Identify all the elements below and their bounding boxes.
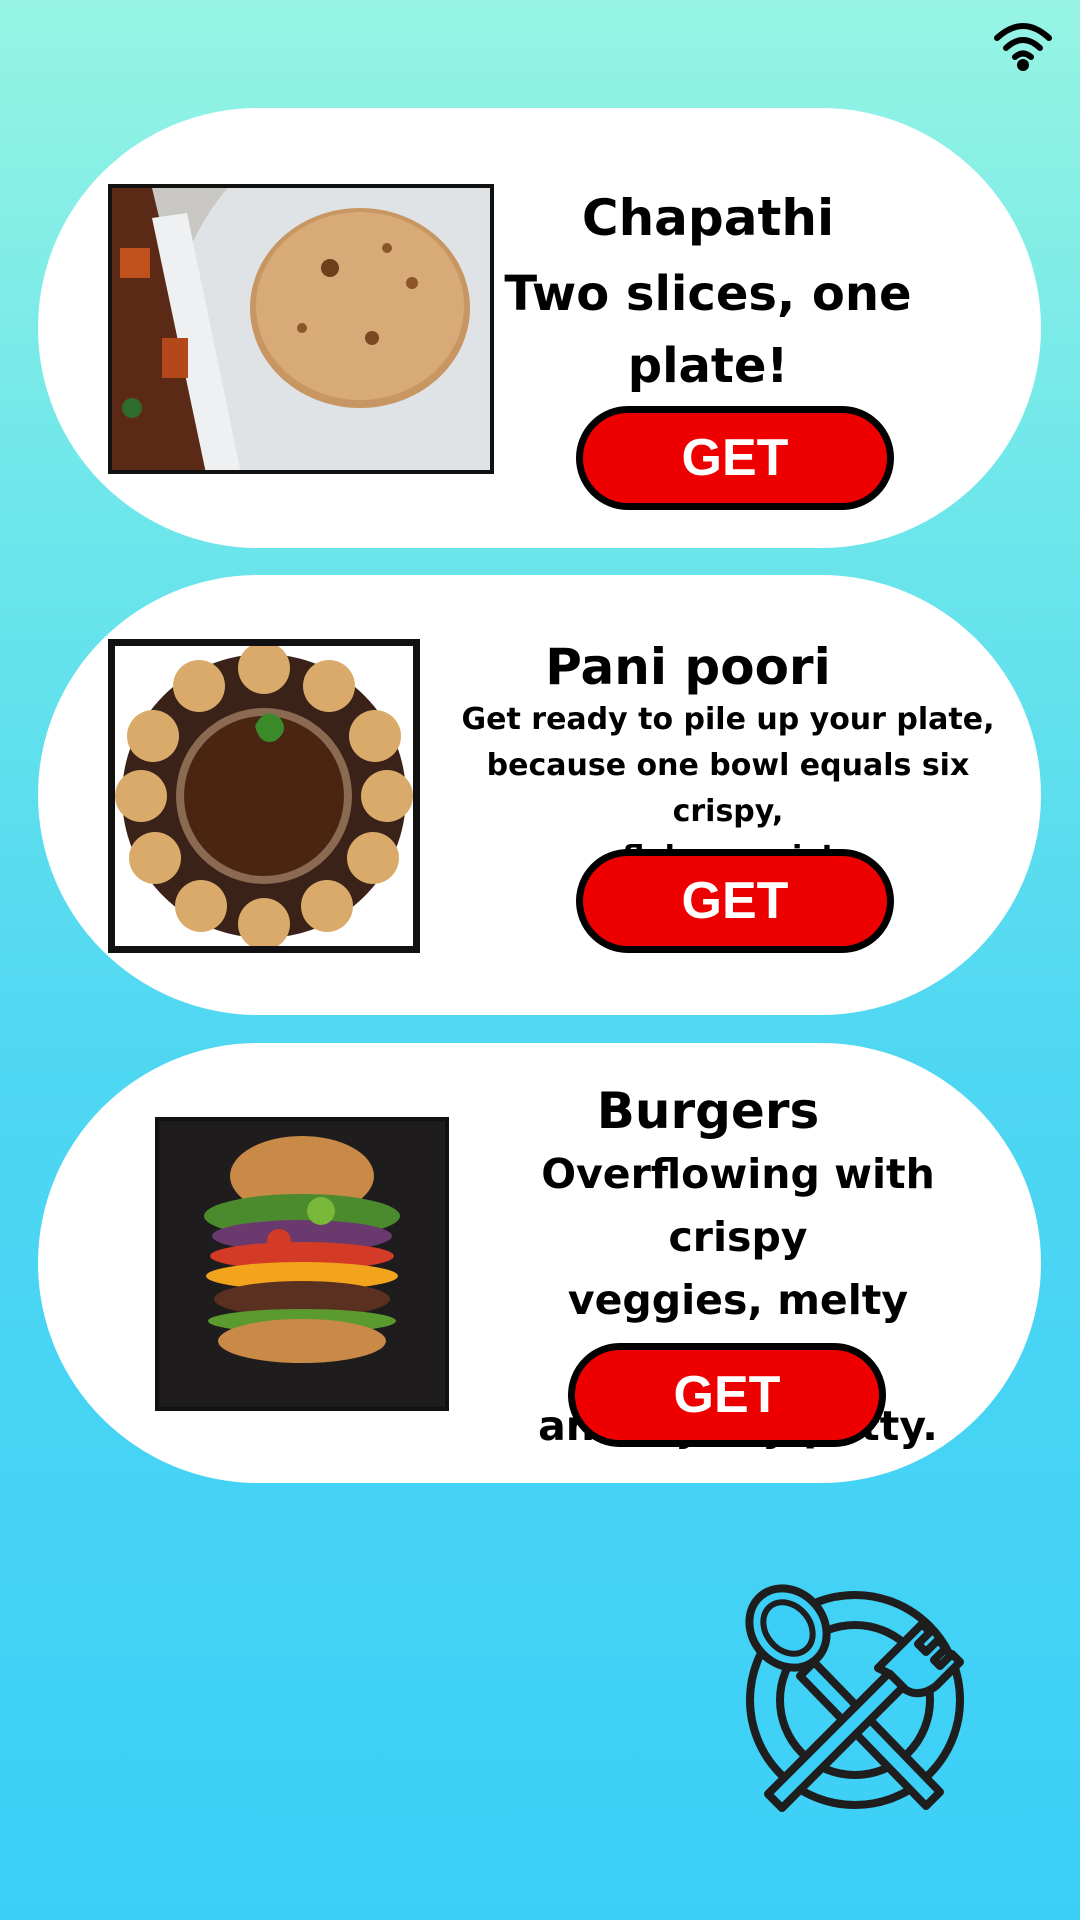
card-description: Two slices, one plate! <box>498 258 918 402</box>
pani-poori-photo <box>108 639 420 953</box>
card-title: Pani poori <box>545 638 831 696</box>
card-title: Chapathi <box>581 189 835 247</box>
food-card-chapathi: Chapathi Two slices, one plate! GET <box>38 108 1041 548</box>
get-button[interactable]: GET <box>576 406 894 510</box>
description-line: Two slices, one <box>504 266 912 322</box>
spoon-fork-plate-icon <box>745 1584 964 1812</box>
description-line: Overflowing with crispy <box>541 1150 935 1261</box>
burger-photo <box>155 1117 449 1411</box>
card-title: Burgers <box>596 1082 820 1140</box>
food-card-burgers: Burgers Overflowing with crispy veggies,… <box>38 1043 1041 1483</box>
wifi-icon <box>994 23 1052 71</box>
description-line: because one bowl equals six crispy, <box>486 748 970 829</box>
chapathi-photo <box>108 184 494 474</box>
get-button[interactable]: GET <box>568 1343 886 1447</box>
get-button[interactable]: GET <box>576 849 894 953</box>
description-line: Get ready to pile up your plate, <box>461 702 995 737</box>
food-card-pani-poori: Pani poori Get ready to pile up your pla… <box>38 575 1041 1015</box>
description-line: plate! <box>627 338 789 394</box>
